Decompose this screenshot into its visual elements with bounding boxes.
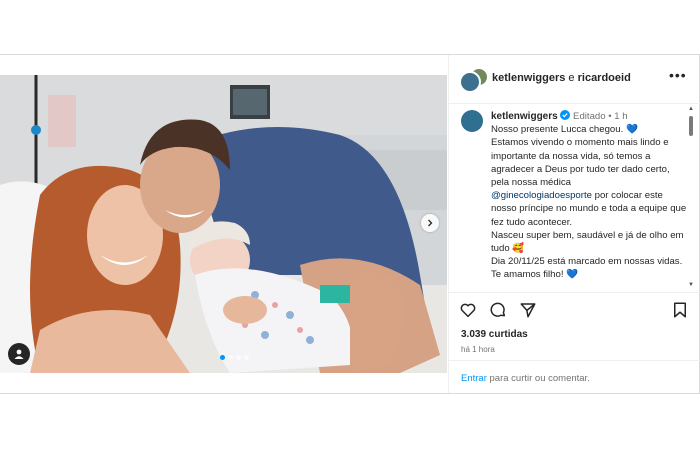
caption-area: ketlenwiggers Editado • 1 h Nosso presen… [449,104,700,292]
heart-emoji-2: 💙 [566,269,579,281]
meta-separator: • [608,111,612,122]
bookmark-icon[interactable] [671,301,689,319]
carousel-dot [236,355,241,360]
caption-line-5: Dia 20/11/25 está marcado em nossas vida… [491,256,683,281]
carousel-dot-active [220,355,225,360]
login-link[interactable]: Entrar [461,373,487,384]
caption-text: ketlenwiggers Editado • 1 h Nosso presen… [491,110,687,282]
login-prompt: Entrar para curtir ou comentar. [461,373,590,384]
avatar-ketlenwiggers[interactable] [459,71,481,93]
post-owners: ketlenwiggers e ricardoeid [492,72,631,84]
carousel-dot [228,355,233,360]
post-timestamp[interactable]: há 1 hora [461,345,495,354]
post-header: ketlenwiggers e ricardoeid ••• [449,55,700,104]
carousel-indicator [220,355,249,360]
instagram-post: ketlenwiggers e ricardoeid ••• ketlenwig… [0,54,700,394]
owner-username-2[interactable]: ricardoeid [578,72,631,84]
caption-username[interactable]: ketlenwiggers [491,111,558,122]
post-photo [0,75,447,373]
share-icon[interactable] [519,301,537,319]
carousel-next-button[interactable] [421,214,439,232]
post-media[interactable] [0,75,447,373]
action-bar [449,292,700,327]
scroll-down-arrow-icon[interactable]: ▼ [688,282,694,288]
likes-count[interactable]: 3.039 curtidas [461,329,528,340]
more-options-icon[interactable]: ••• [669,67,687,83]
user-icon [14,349,24,359]
carousel-dot [244,355,249,360]
caption-time: 1 h [614,111,628,122]
collab-avatars[interactable] [459,67,489,93]
comment-icon[interactable] [489,301,507,319]
caption-line-2: Estamos vivendo o momento mais lindo e i… [491,137,670,189]
owner-username-1[interactable]: ketlenwiggers [492,72,565,84]
login-prompt-rest: para curtir ou comentar. [486,373,590,384]
love-emoji: 🥰 [512,243,525,255]
scroll-up-arrow-icon[interactable]: ▲ [688,106,694,112]
mention-link[interactable]: @ginecologiadoesporte [491,190,592,201]
edited-label: Editado [573,111,606,122]
chevron-right-icon [428,219,433,227]
comment-bar: Entrar para curtir ou comentar. [449,360,700,394]
verified-badge-icon [560,110,571,120]
owners-connector: e [568,72,575,84]
caption-avatar[interactable] [461,110,483,132]
heart-icon[interactable] [459,301,477,319]
caption-scrollbar[interactable] [689,116,693,136]
heart-emoji: 💙 [625,124,638,136]
caption-line-1: Nosso presente Lucca chegou. [491,124,624,136]
post-side-panel: ketlenwiggers e ricardoeid ••• ketlenwig… [448,55,700,393]
tagged-users-button[interactable] [8,343,30,365]
